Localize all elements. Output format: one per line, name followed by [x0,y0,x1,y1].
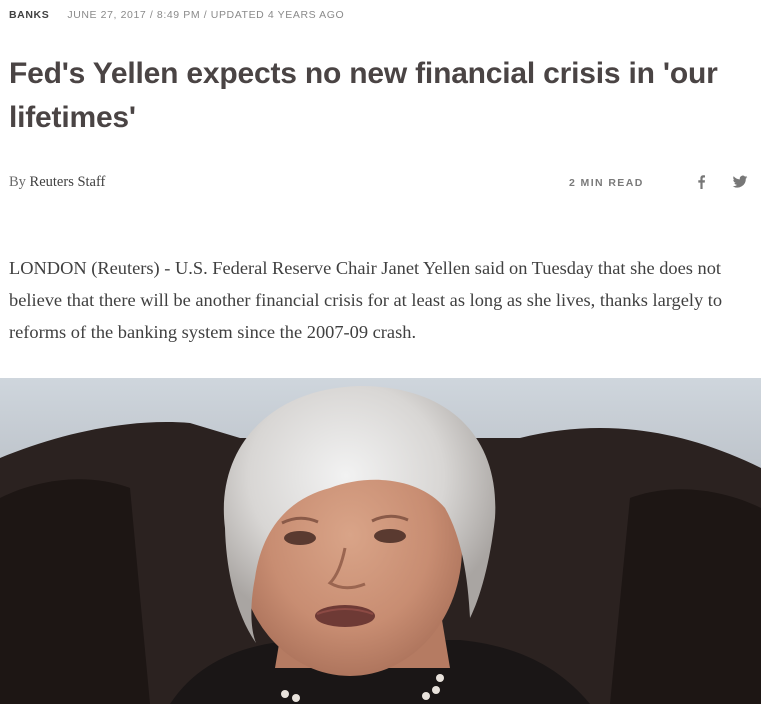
article-photo [0,378,761,704]
byline: By Reuters Staff [9,174,105,191]
facebook-icon [698,175,705,189]
portrait-image [0,378,761,704]
article-body: LONDON (Reuters) - U.S. Federal Reserve … [9,258,723,342]
read-time: 2 MIN READ [569,177,644,189]
byline-prefix: By [9,174,26,190]
article-meta: BANKS JUNE 27, 2017 / 8:49 PM / UPDATED 4… [9,9,344,21]
article-date: JUNE 27, 2017 / 8:49 PM / UPDATED 4 YEAR… [67,9,345,21]
twitter-share-button[interactable] [732,174,748,190]
facebook-share-button[interactable] [694,174,708,190]
article-headline: Fed's Yellen expects no new financial cr… [9,57,718,134]
author-link[interactable]: Reuters Staff [30,174,106,190]
twitter-icon [732,175,748,188]
section-link[interactable]: BANKS [9,9,49,21]
